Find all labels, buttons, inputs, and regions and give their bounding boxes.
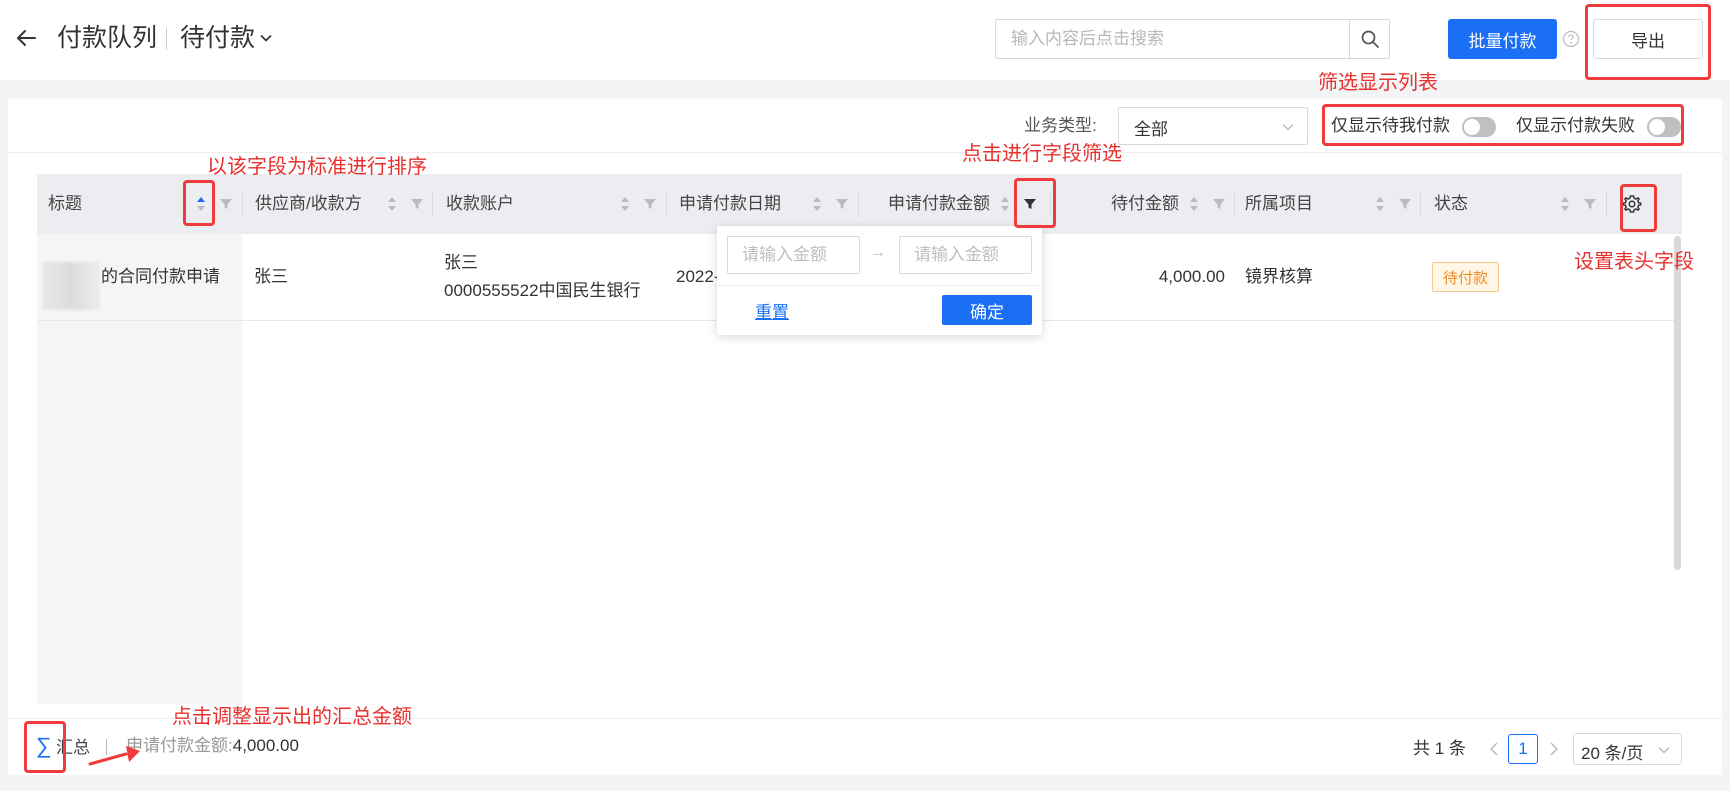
column-header-title: 标题 — [48, 194, 82, 213]
column-divider[interactable] — [242, 191, 243, 217]
chevron-right-icon[interactable] — [1547, 739, 1561, 759]
arrow-left-icon[interactable] — [14, 26, 38, 50]
highlight-sort — [183, 180, 215, 226]
column-divider[interactable] — [858, 191, 859, 217]
annotation-summary: 点击调整显示出的汇总金额 — [172, 706, 412, 728]
column-header-status: 状态 — [1434, 194, 1468, 213]
filter-icon[interactable] — [219, 197, 233, 211]
column-header-project: 所属项目 — [1245, 194, 1313, 213]
amount-filter-popover: → 重置 确定 — [717, 226, 1042, 335]
column-header-request-amount: 申请付款金额 — [888, 194, 990, 213]
confirm-button[interactable]: 确定 — [942, 295, 1032, 325]
popover-divider — [717, 285, 1042, 286]
chevron-down-icon[interactable] — [258, 30, 274, 46]
vertical-scrollbar[interactable] — [1674, 236, 1681, 570]
business-type-label: 业务类型: — [1024, 116, 1097, 135]
cell-supplier: 张三 — [254, 267, 288, 286]
reset-button[interactable]: 重置 — [755, 298, 789, 323]
business-type-select[interactable]: 全部 — [1118, 107, 1308, 145]
highlight-gear — [1620, 184, 1657, 232]
filter-icon[interactable] — [643, 197, 657, 211]
sort-icon[interactable] — [999, 194, 1011, 214]
highlight-filter-switches — [1322, 104, 1684, 146]
sort-icon[interactable] — [1374, 194, 1386, 214]
sort-icon[interactable] — [1188, 194, 1200, 214]
cell-date: 2022- — [676, 267, 720, 286]
breadcrumb-divider — [166, 28, 167, 50]
highlight-field-filter — [1014, 178, 1056, 228]
breadcrumb-root[interactable]: 付款队列 — [57, 20, 157, 56]
annotation-field-filter: 点击进行字段筛选 — [962, 143, 1122, 165]
highlight-export — [1585, 4, 1711, 80]
cell-account-number: 0000555522中国民生银行 — [444, 281, 641, 300]
column-divider[interactable] — [1420, 191, 1421, 217]
status-badge: 待付款 — [1432, 262, 1499, 292]
page-number-current[interactable]: 1 — [1508, 734, 1538, 764]
annotation-sort: 以该字段为标准进行排序 — [207, 156, 427, 178]
annotation-header-settings: 设置表头字段 — [1574, 251, 1694, 273]
column-header-account: 收款账户 — [446, 194, 514, 213]
summary-text: 申请付款金额:4,000.00 — [126, 734, 299, 758]
pagination-total: 共 1 条 — [1413, 739, 1466, 758]
cell-project: 镜界核算 — [1245, 267, 1313, 286]
batch-pay-button[interactable]: 批量付款 — [1448, 19, 1557, 59]
cell-pending-amount: 4,000.00 — [1158, 267, 1225, 286]
help-icon[interactable] — [1562, 30, 1580, 48]
column-divider[interactable] — [1234, 191, 1235, 217]
column-header-date: 申请付款日期 — [679, 194, 781, 213]
business-type-value: 全部 — [1134, 120, 1168, 139]
chevron-down-icon — [1282, 124, 1294, 131]
filter-icon[interactable] — [1583, 197, 1597, 211]
summary-value: 4,000.00 — [232, 736, 299, 755]
column-header-supplier: 供应商/收款方 — [255, 194, 362, 213]
sort-icon[interactable] — [386, 194, 398, 214]
annotation-arrow-icon — [88, 746, 140, 766]
sort-icon[interactable] — [1559, 194, 1571, 214]
toolbar-divider — [8, 152, 1722, 153]
annotation-filter-list: 筛选显示列表 — [1318, 72, 1438, 94]
column-divider[interactable] — [666, 191, 667, 217]
chevron-down-icon — [1658, 747, 1670, 754]
chevron-left-icon[interactable] — [1487, 739, 1501, 759]
range-arrow: → — [870, 244, 886, 261]
filter-icon[interactable] — [410, 197, 424, 211]
min-amount-input[interactable] — [727, 236, 860, 274]
search-input[interactable] — [996, 20, 1349, 58]
page-size-value: 20 条/页 — [1581, 744, 1644, 763]
filter-icon[interactable] — [1398, 197, 1412, 211]
breadcrumb-current[interactable]: 待付款 — [180, 20, 255, 56]
filter-icon[interactable] — [1212, 197, 1226, 211]
cell-account-name: 张三 — [444, 253, 478, 272]
search-icon — [1361, 30, 1379, 48]
sort-icon[interactable] — [811, 194, 823, 214]
column-divider[interactable] — [432, 191, 433, 217]
search-button[interactable] — [1349, 20, 1389, 58]
sort-icon[interactable] — [619, 194, 631, 214]
column-header-pending-amount: 待付金额 — [1111, 194, 1179, 213]
highlight-summary — [24, 721, 66, 773]
column-divider[interactable] — [1606, 191, 1607, 217]
max-amount-input[interactable] — [899, 236, 1032, 274]
filter-icon[interactable] — [835, 197, 849, 211]
cell-title[interactable]: 的合同付款申请 — [101, 264, 220, 290]
page-size-select[interactable]: 20 条/页 — [1573, 733, 1682, 765]
blurred-title-prefix — [42, 262, 100, 310]
search-box — [995, 19, 1390, 59]
